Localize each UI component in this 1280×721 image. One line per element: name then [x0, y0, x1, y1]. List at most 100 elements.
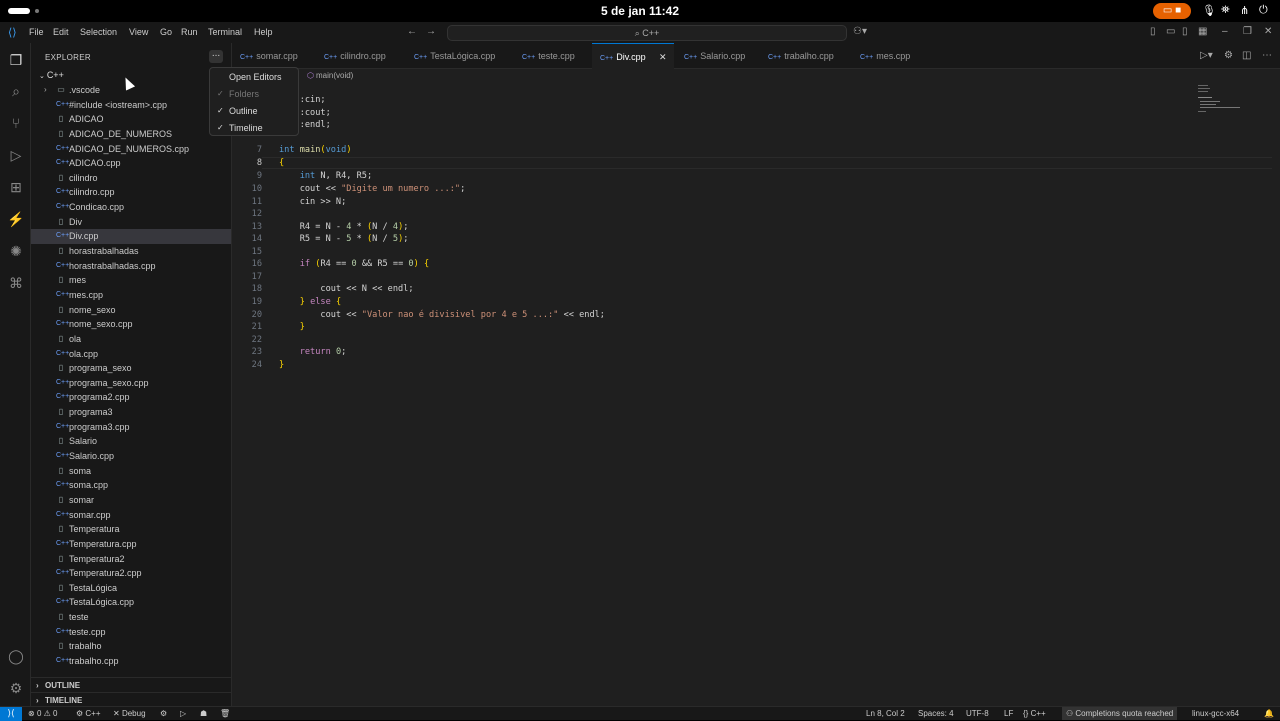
customize-layout-icon[interactable]: ▦ [1198, 26, 1207, 37]
bug-icon[interactable]: ☗ [200, 709, 207, 718]
system-clock[interactable]: 5 de jan 11:42 [0, 4, 1280, 18]
menu-selection[interactable]: Selection [80, 27, 117, 37]
file-tree-item[interactable]: ▯ TestaLógica [31, 581, 231, 596]
file-tree-item[interactable]: ▯ horastrabalhadas [31, 244, 231, 259]
settings-gear-icon[interactable]: ⚙ [1224, 50, 1233, 61]
accessibility-icon[interactable]: ⛯ [1221, 4, 1230, 17]
source-control-icon[interactable]: ⑂ [6, 113, 26, 133]
build-gear-icon[interactable]: ⚙ [160, 709, 167, 718]
split-editor-icon[interactable]: ◫ [1242, 50, 1251, 61]
menu-run[interactable]: Run [181, 27, 198, 37]
trash-icon[interactable]: 🗑 [220, 709, 230, 718]
menu-item-outline[interactable]: Outline [229, 106, 258, 116]
chat-icon[interactable]: ✺ [6, 241, 26, 261]
file-tree-item[interactable]: C++ Condicao.cpp [31, 200, 231, 215]
file-tree-item[interactable]: C++ Temperatura2.cpp [31, 566, 231, 581]
tab-somar-cpp[interactable]: C++ somar.cpp [232, 43, 312, 69]
file-tree-item[interactable]: C++ ADICAO_DE_NUMEROS.cpp [31, 142, 231, 157]
command-center[interactable]: ⌕ C++ [447, 25, 847, 41]
end-of-line[interactable]: LF [1004, 709, 1013, 718]
tab-salario-cpp[interactable]: C++ Salario.cpp [674, 43, 760, 69]
file-tree-item[interactable]: C++ nome_sexo.cpp [31, 317, 231, 332]
file-tree-item[interactable]: ▯ programa_sexo [31, 361, 231, 376]
workspace-root-folder[interactable]: ⌄ C++ [39, 70, 64, 80]
tab-mes-cpp[interactable]: C++ mes.cpp [852, 43, 932, 69]
file-tree-item[interactable]: C++ TestaLógica.cpp [31, 595, 231, 610]
file-tree-item[interactable]: C++ Temperatura.cpp [31, 537, 231, 552]
debug-button[interactable]: ✕ Debug [113, 709, 146, 718]
file-tree-item[interactable]: ▯ cilindro [31, 171, 231, 186]
toggle-primary-sidebar-icon[interactable]: ▯ [1150, 26, 1156, 37]
network-icon[interactable]: ⋔ [1240, 4, 1249, 17]
more-actions-icon[interactable]: ⋯ [1262, 50, 1272, 61]
power-icon[interactable]: ⏻ [1259, 4, 1268, 17]
file-tree-item[interactable]: ▯ ola [31, 332, 231, 347]
run-debug-icon[interactable]: ▷ [6, 145, 26, 165]
file-tree-item[interactable]: ▯ programa3 [31, 405, 231, 420]
file-tree-item[interactable]: ▯ mes [31, 273, 231, 288]
run-code-icon[interactable]: ▷▾ [1200, 50, 1213, 61]
file-tree-item[interactable]: ▯ trabalho [31, 639, 231, 654]
remote-icon[interactable]: ⚡ [6, 209, 26, 229]
explorer-icon[interactable]: ❐ [6, 50, 26, 70]
file-tree-item[interactable]: C++ programa3.cpp [31, 420, 231, 435]
indentation[interactable]: Spaces: 4 [918, 709, 954, 718]
tab-cilindro-cpp[interactable]: C++ cilindro.cpp [312, 43, 404, 69]
forward-arrow-icon[interactable]: → [426, 26, 436, 37]
cpp-config-indicator[interactable]: ⚙ C++ [76, 709, 101, 718]
maximize-icon[interactable]: ❐ [1243, 26, 1252, 37]
cursor-position[interactable]: Ln 8, Col 2 [866, 709, 905, 718]
account-icon[interactable]: ◯ [6, 646, 26, 666]
breadcrumb-symbol[interactable]: main(void) [316, 71, 353, 80]
file-tree-item[interactable]: ▯ ADICAO_DE_NUMEROS [31, 127, 231, 142]
menu-file[interactable]: File [29, 27, 44, 37]
manage-gear-icon[interactable]: ⚙ [6, 678, 26, 698]
minimap[interactable] [1194, 83, 1274, 123]
code-line[interactable]: cin >> N; [279, 197, 347, 207]
file-tree-item[interactable]: C++ programa2.cpp [31, 390, 231, 405]
menu-help[interactable]: Help [254, 27, 273, 37]
copilot-quota-status[interactable]: ⚇ Completions quota reached [1062, 707, 1178, 720]
problems-indicator[interactable]: ⊗ 0 ⚠ 0 [28, 709, 57, 718]
menu-go[interactable]: Go [160, 27, 172, 37]
compiler-config[interactable]: linux-gcc-x64 [1192, 709, 1239, 718]
file-tree-item[interactable]: C++ cilindro.cpp [31, 185, 231, 200]
file-tree-item[interactable]: ▯ Div [31, 215, 231, 230]
copilot-icon[interactable]: ⚇▾ [853, 26, 867, 37]
back-arrow-icon[interactable]: ← [407, 26, 417, 37]
file-tree-item[interactable]: C++ teste.cpp [31, 625, 231, 640]
file-tree-item[interactable]: C++ trabalho.cpp [31, 654, 231, 669]
code-line[interactable]: } else { [279, 297, 341, 307]
close-tab-icon[interactable]: ✕ [659, 44, 667, 70]
menu-terminal[interactable]: Terminal [208, 27, 242, 37]
code-line[interactable]: R5 = N - 5 * (N / 5); [279, 234, 409, 244]
code-line[interactable]: } [279, 322, 305, 332]
encoding[interactable]: UTF-8 [966, 709, 989, 718]
file-tree-item[interactable]: C++ Salario.cpp [31, 449, 231, 464]
code-line[interactable]: cout << "Valor nao é divisivel por 4 e 5… [279, 310, 605, 320]
file-tree-item[interactable]: ▯ ADICAO [31, 112, 231, 127]
code-line[interactable]: return 0; [279, 347, 347, 357]
code-line[interactable]: if (R4 == 0 && R5 == 0) { [279, 259, 429, 269]
extensions-icon[interactable]: ⊞ [6, 177, 26, 197]
code-line[interactable]: cout << N << endl; [279, 284, 413, 294]
file-tree-item[interactable]: ▯ nome_sexo [31, 303, 231, 318]
file-tree-item[interactable]: C++ programa_sexo.cpp [31, 376, 231, 391]
file-tree-item[interactable]: ▯ Temperatura [31, 522, 231, 537]
run-play-icon[interactable]: ▷ [180, 709, 186, 718]
file-tree-item[interactable]: C++ ola.cpp [31, 347, 231, 362]
git-graph-icon[interactable]: ⌘ [6, 273, 26, 293]
file-tree-item[interactable]: ▯ Temperatura2 [31, 552, 231, 567]
code-line[interactable]: { [279, 158, 284, 168]
menu-view[interactable]: View [129, 27, 148, 37]
code-line[interactable]: int N, R4, R5; [279, 171, 372, 181]
tab-testalogica-cpp[interactable]: C++ TestaLógica.cpp [404, 43, 512, 69]
file-tree-item[interactable]: C++ Div.cpp [31, 229, 231, 245]
tab-teste-cpp[interactable]: C++ teste.cpp [512, 43, 592, 69]
file-tree-item[interactable]: C++ #include <iostream>.cpp [31, 98, 231, 113]
language-mode[interactable]: {} C++ [1023, 709, 1046, 718]
microphone-icon[interactable]: 🎙 [1202, 4, 1216, 17]
screen-recording-indicator[interactable]: ▭ ■ [1153, 3, 1191, 19]
search-icon[interactable]: ⌕ [6, 81, 26, 101]
toggle-panel-icon[interactable]: ▭ [1166, 26, 1175, 37]
